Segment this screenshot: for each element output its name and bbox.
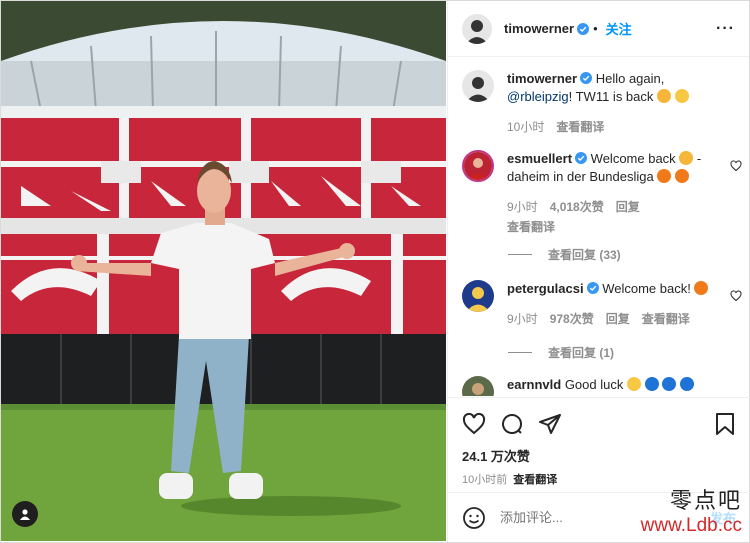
view-replies-label[interactable]: 查看回复 (33) (548, 246, 621, 263)
face-emoji-icon (626, 377, 641, 391)
translate-link[interactable]: 查看翻译 (507, 218, 721, 236)
comments-list: timowerner Hello again, @rbleipzig! TW11… (448, 58, 750, 396)
view-replies-label[interactable]: 查看回复 (1) (548, 344, 614, 361)
blue-heart-emoji-icon (662, 377, 677, 391)
fire-emoji-icon (694, 281, 709, 295)
comment-time: 9小时 (507, 200, 538, 214)
watermark-url: www.Ldb.cc (640, 515, 742, 536)
flexed-arm-emoji-icon (657, 89, 672, 103)
divider (508, 352, 532, 353)
verified-badge-icon (586, 282, 599, 294)
reply-button[interactable]: 回复 (606, 310, 630, 328)
waving-hand-emoji-icon (679, 151, 694, 165)
caption-text-2: ! TW11 is back (568, 89, 654, 104)
caption-username[interactable]: timowerner (507, 71, 577, 86)
avatar[interactable] (462, 376, 494, 396)
mention-link[interactable]: @rbleipzig (507, 89, 569, 104)
verified-badge-icon (580, 72, 593, 84)
follow-button[interactable]: 关注 (606, 19, 632, 38)
comment-item: petergulacsi Welcome back! 9小时 978次赞 回复 … (462, 280, 742, 328)
like-comment-heart-icon[interactable] (730, 290, 742, 302)
comment-text: Good luck (564, 377, 624, 392)
stadium-photo (1, 1, 446, 541)
post-side-panel: timowerner • 关注 ··· timowerner Hello aga… (447, 1, 750, 542)
avatar[interactable] (462, 70, 494, 102)
view-replies-button[interactable]: 查看回复 (1) (508, 344, 614, 361)
emoji-picker-icon[interactable] (462, 506, 486, 530)
share-send-icon[interactable] (538, 412, 562, 436)
comment-likes[interactable]: 978次赞 (550, 310, 594, 328)
comment-text: Welcome back! (602, 281, 691, 296)
watermark: 零点吧 www.Ldb.cc (641, 483, 742, 537)
separator-dot: • (593, 21, 598, 36)
caption: timowerner Hello again, @rbleipzig! TW11… (462, 70, 742, 136)
avatar[interactable] (462, 13, 492, 44)
watermark-text: 零点吧 (669, 489, 742, 514)
like-heart-icon[interactable] (462, 412, 486, 436)
caption-text: Hello again, (595, 71, 665, 86)
translate-link[interactable]: 查看翻译 (556, 118, 604, 136)
like-comment-heart-icon[interactable] (730, 160, 742, 172)
translate-link[interactable]: 查看翻译 (513, 474, 557, 486)
post-photo[interactable] (1, 1, 446, 541)
post-header: timowerner • 关注 ··· (448, 1, 749, 57)
divider (508, 254, 532, 255)
translate-link[interactable]: 查看翻译 (642, 310, 690, 328)
comment-likes[interactable]: 4,018次赞 (550, 198, 604, 216)
post-author-username[interactable]: timowerner (504, 21, 574, 36)
person-icon (20, 509, 30, 520)
comment-bubble-icon[interactable] (500, 412, 524, 436)
comment-time: 9小时 (507, 312, 538, 326)
action-icons-row (448, 398, 750, 440)
verified-badge-icon (577, 22, 590, 35)
comment-username[interactable]: earnnvld (507, 377, 561, 392)
save-bookmark-icon[interactable] (714, 412, 736, 436)
avatar[interactable] (462, 280, 494, 312)
tagged-people-button[interactable] (12, 501, 38, 527)
comment-item: earnnvld Good luck (462, 376, 742, 396)
blue-heart-emoji-icon (679, 377, 694, 391)
like-count[interactable]: 24.1 万次赞 (448, 440, 750, 465)
view-replies-button[interactable]: 查看回复 (33) (508, 246, 621, 263)
avatar[interactable] (462, 150, 494, 182)
post-time: 10小时前 (462, 474, 508, 486)
verified-badge-icon (575, 152, 588, 164)
caption-time: 10小时 (507, 120, 545, 134)
grinning-face-emoji-icon (674, 89, 689, 103)
fire-emoji-icon (674, 169, 689, 183)
comment-item: esmuellert Welcome back - daheim in der … (462, 150, 742, 236)
blue-heart-emoji-icon (644, 377, 659, 391)
comment-username[interactable]: esmuellert (507, 151, 572, 166)
fire-emoji-icon (657, 169, 672, 183)
comment-text: Welcome back (590, 151, 676, 166)
reply-button[interactable]: 回复 (616, 198, 640, 216)
more-options-icon[interactable]: ··· (716, 20, 735, 38)
comment-username[interactable]: petergulacsi (507, 281, 584, 296)
